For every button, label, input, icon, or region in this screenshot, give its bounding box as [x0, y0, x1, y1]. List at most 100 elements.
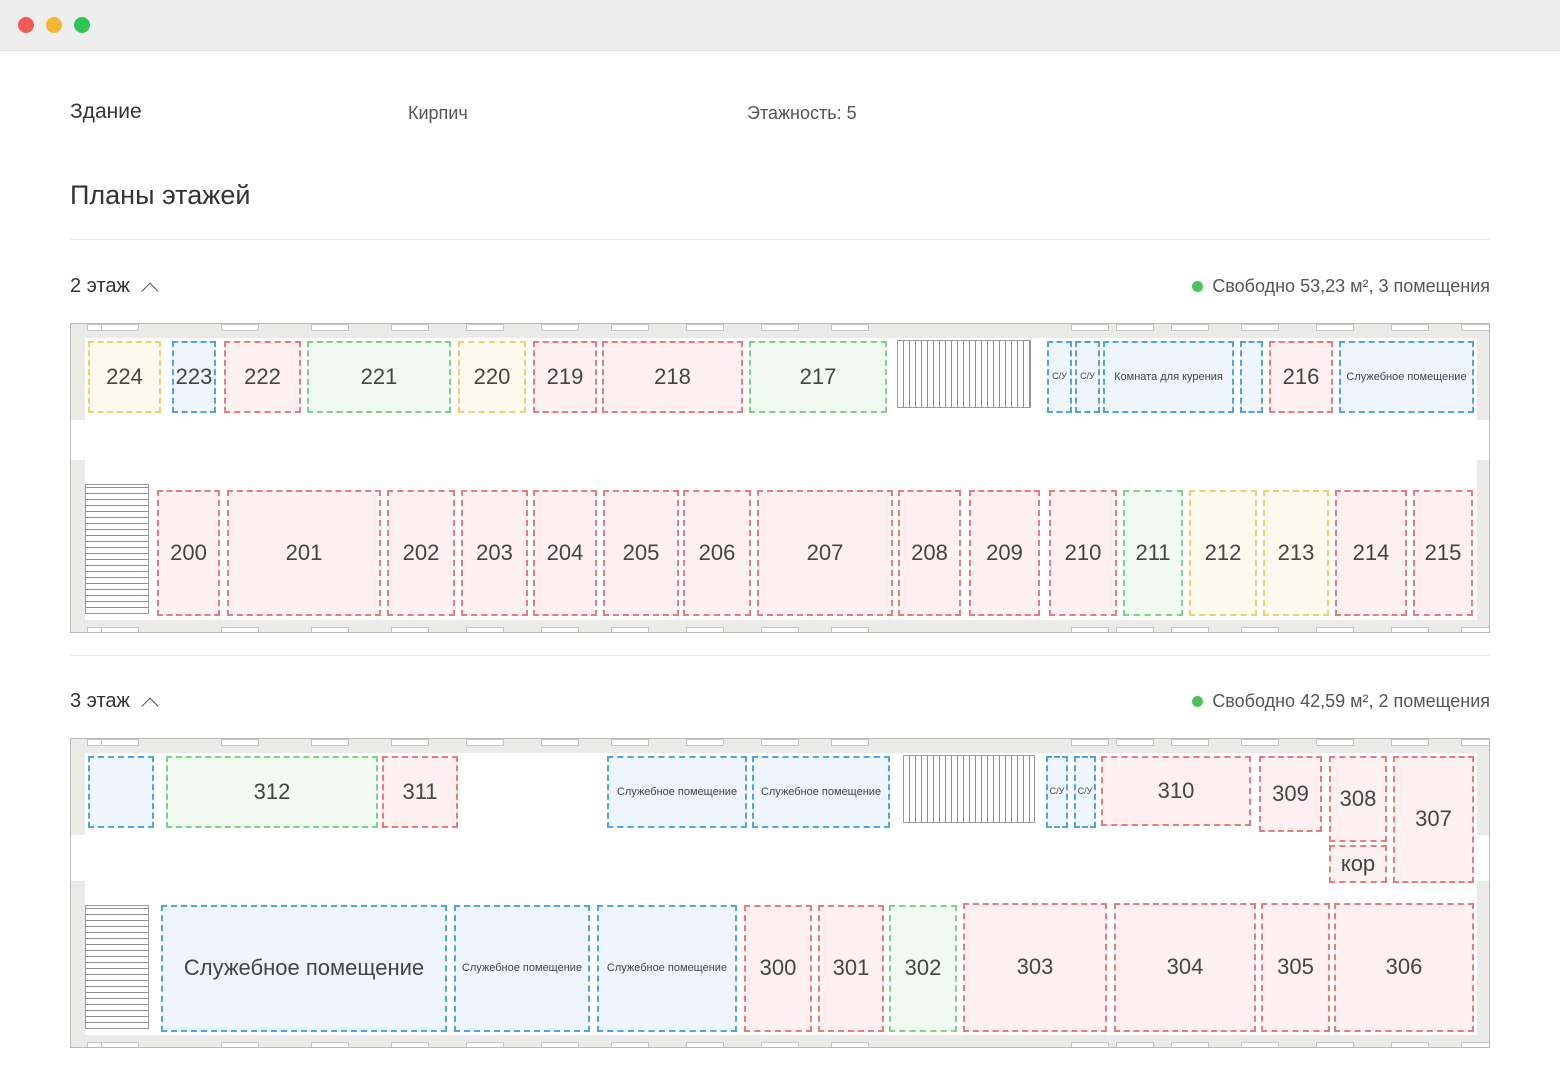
window-pane [311, 627, 349, 632]
restroom[interactable]: С/У [1047, 341, 1072, 413]
room-220[interactable]: 220 [458, 341, 526, 413]
service-room[interactable]: Служебное помещение [607, 756, 747, 828]
window-pane [1316, 627, 1354, 632]
room-310[interactable]: 310 [1101, 756, 1251, 826]
window-pane [1071, 1042, 1109, 1047]
window-pane [1241, 1042, 1279, 1047]
restroom[interactable]: С/У [1075, 341, 1100, 413]
room-202[interactable]: 202 [387, 490, 455, 616]
service-room[interactable]: Служебное помещение [161, 905, 447, 1032]
service-room[interactable]: Служебное помещение [1339, 341, 1474, 413]
restroom[interactable]: С/У [1074, 756, 1096, 828]
smoking-room[interactable]: Комната для курения [1103, 341, 1234, 413]
window-pane [101, 739, 139, 746]
room-300[interactable]: 300 [744, 905, 812, 1032]
corridor [71, 420, 1489, 460]
room-307[interactable]: 307 [1393, 756, 1474, 883]
window-pane [1316, 1042, 1354, 1047]
service-room[interactable]: Служебное помещение [752, 756, 890, 828]
window-pane [1241, 324, 1279, 331]
room-304[interactable]: 304 [1114, 903, 1256, 1032]
room-212[interactable]: 212 [1189, 490, 1257, 616]
room-205[interactable]: 205 [603, 490, 679, 616]
service-room[interactable] [88, 756, 154, 828]
room-312[interactable]: 312 [166, 756, 378, 828]
room-309[interactable]: 309 [1259, 756, 1322, 832]
window-pane [311, 739, 349, 746]
utility-room[interactable] [1240, 341, 1263, 413]
room-308[interactable]: 308 [1329, 756, 1387, 842]
room-213[interactable]: 213 [1263, 490, 1329, 616]
window-pane [221, 627, 259, 632]
window-pane [541, 627, 579, 632]
window-pane [1391, 324, 1429, 331]
window-pane [1116, 1042, 1154, 1047]
room-302[interactable]: 302 [889, 905, 957, 1032]
room-210[interactable]: 210 [1049, 490, 1117, 616]
room-306[interactable]: 306 [1334, 903, 1474, 1032]
room-214[interactable]: 214 [1335, 490, 1407, 616]
window-pane [1071, 324, 1109, 331]
window-pane [1461, 1042, 1489, 1047]
floor-2-plan: 224 223 222 221 220 219 218 217 С/У С/У … [70, 323, 1490, 633]
room-216[interactable]: 216 [1269, 341, 1333, 413]
window-pane [311, 324, 349, 331]
window-pane [686, 739, 724, 746]
corridor-room[interactable]: кор [1329, 845, 1387, 883]
room-200[interactable]: 200 [157, 490, 220, 616]
staircase [903, 755, 1035, 823]
chevron-up-icon [141, 282, 159, 300]
window-pane [466, 627, 504, 632]
room-221[interactable]: 221 [307, 341, 451, 413]
window-pane [611, 324, 649, 331]
window-pane [1461, 739, 1489, 746]
room-211[interactable]: 211 [1123, 490, 1183, 616]
window-pane [1071, 627, 1109, 632]
window-pane [831, 324, 869, 331]
window-pane [1461, 324, 1489, 331]
room-301[interactable]: 301 [818, 905, 884, 1032]
room-204[interactable]: 204 [533, 490, 597, 616]
room-218[interactable]: 218 [602, 341, 743, 413]
window-pane [221, 324, 259, 331]
service-room[interactable]: Служебное помещение [597, 905, 737, 1032]
floor-2-title: 2 этаж [70, 275, 130, 297]
restroom[interactable]: С/У [1046, 756, 1068, 828]
room-208[interactable]: 208 [898, 490, 961, 616]
status-dot-icon [1192, 281, 1204, 292]
room-207[interactable]: 207 [757, 490, 893, 616]
room-303[interactable]: 303 [963, 903, 1107, 1032]
room-311[interactable]: 311 [382, 756, 458, 828]
room-224[interactable]: 224 [88, 341, 161, 413]
close-window-button[interactable] [18, 17, 34, 33]
building-material: Кирпич [408, 103, 468, 123]
staircase [85, 905, 149, 1029]
room-217[interactable]: 217 [749, 341, 887, 413]
window-pane [1461, 627, 1489, 632]
maximize-window-button[interactable] [74, 17, 90, 33]
service-room[interactable]: Служебное помещение [454, 905, 590, 1032]
room-209[interactable]: 209 [969, 490, 1040, 616]
floor-2-toggle[interactable]: 2 этаж [70, 275, 159, 300]
window-pane [611, 1042, 649, 1047]
window-pane [761, 627, 799, 632]
window-pane [1171, 1042, 1209, 1047]
building-label: Здание [70, 100, 142, 123]
window-pane [611, 739, 649, 746]
room-305[interactable]: 305 [1261, 903, 1330, 1032]
window-pane [686, 627, 724, 632]
room-215[interactable]: 215 [1413, 490, 1473, 616]
window-pane [311, 1042, 349, 1047]
room-222[interactable]: 222 [224, 341, 301, 413]
minimize-window-button[interactable] [46, 17, 62, 33]
room-201[interactable]: 201 [227, 490, 381, 616]
window-pane [831, 1042, 869, 1047]
room-223[interactable]: 223 [172, 341, 216, 413]
room-203[interactable]: 203 [461, 490, 528, 616]
room-206[interactable]: 206 [683, 490, 751, 616]
window-pane [466, 324, 504, 331]
floor-3-toggle[interactable]: 3 этаж [70, 690, 159, 715]
staircase [897, 340, 1031, 408]
floor-3-title: 3 этаж [70, 690, 130, 712]
room-219[interactable]: 219 [533, 341, 597, 413]
